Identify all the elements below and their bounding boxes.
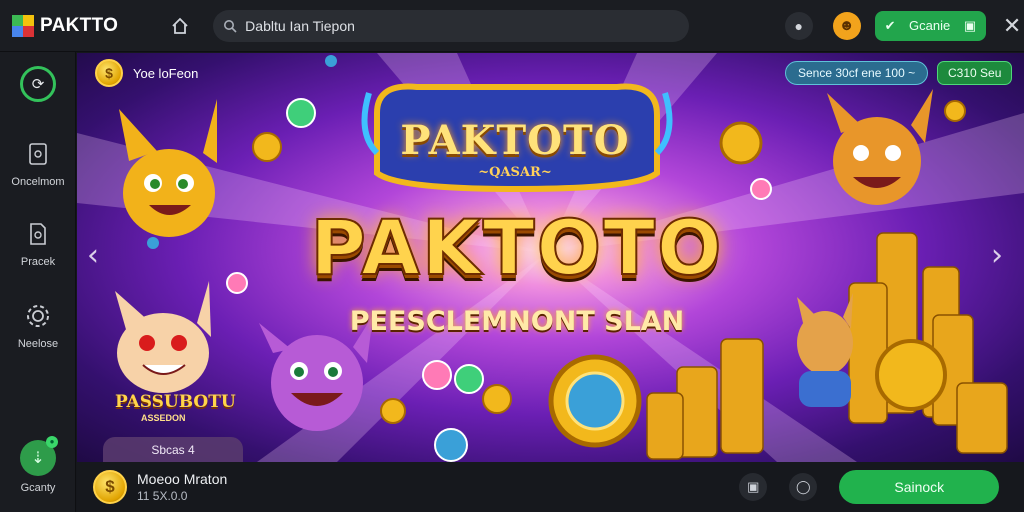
sidebar-item-label: Neelose bbox=[17, 338, 59, 350]
emblem-subtitle: ~QASAR~ bbox=[478, 165, 552, 180]
fox-character-left bbox=[119, 99, 217, 237]
chat-icon: ◯ bbox=[796, 479, 811, 494]
profile-button[interactable]: ● bbox=[784, 11, 813, 40]
user-icon: ● bbox=[794, 17, 804, 34]
bottom-title: Moeoo Mraton bbox=[137, 471, 228, 487]
promo-banner[interactable]: $ Yoe loFeon Sence 30cf ene 100 ~ C310 S… bbox=[77, 53, 1024, 462]
emblem-title: PAKTOTO bbox=[400, 117, 630, 164]
sidebar: ⟳ Oncelmom Pracek Neelose ⇣ ● Gcanty bbox=[0, 52, 76, 512]
top-bar: PAKTTO ● ☻ ✔ Gcanie ▣ ✕ bbox=[0, 0, 1024, 52]
search-bar[interactable] bbox=[213, 9, 689, 42]
action-pill[interactable]: C310 Seu bbox=[937, 61, 1013, 85]
window-icon: ▣ bbox=[963, 17, 977, 33]
sidebar-item-label: Gcanty bbox=[20, 482, 56, 494]
banner-title: PAKTOTO bbox=[309, 202, 724, 293]
sidebar-item-refresh[interactable]: ⟳ bbox=[0, 66, 76, 102]
info-pill[interactable]: Sence 30cf ene 100 ~ bbox=[785, 61, 929, 85]
banner-subtitle: PEESCLEMNONT SLAN bbox=[349, 306, 685, 337]
sidebar-item-oncelmom[interactable]: Oncelmom bbox=[0, 138, 76, 188]
cat-character-left bbox=[115, 281, 211, 393]
app-logo[interactable]: PAKTTO bbox=[12, 14, 151, 37]
avatar[interactable]: ☻ bbox=[832, 11, 861, 40]
bottom-info: Moeoo Mraton 11 5X.0.0 bbox=[137, 471, 227, 503]
bottom-bar: $ Moeoo Mraton 11 5X.0.0 ▣ ◯ Sainock bbox=[77, 462, 1024, 512]
link-icon: ✔ bbox=[884, 17, 896, 33]
sidebar-item-label: Oncelmom bbox=[11, 176, 65, 188]
logo-icon bbox=[12, 14, 34, 37]
home-icon bbox=[172, 17, 188, 34]
document-icon bbox=[22, 138, 54, 170]
screenshot-button[interactable]: ▣ bbox=[739, 473, 768, 501]
avatar-icon: ☻ bbox=[838, 17, 855, 34]
search-input[interactable] bbox=[245, 17, 666, 34]
app-name: PAKTTO bbox=[40, 14, 119, 36]
carousel-next-button[interactable]: › bbox=[991, 238, 1003, 273]
chevron-right-icon: › bbox=[991, 238, 1003, 273]
chat-button[interactable]: ◯ bbox=[789, 473, 818, 501]
coin-icon: $ bbox=[95, 59, 123, 87]
primary-action-button[interactable]: Sainock bbox=[839, 470, 1000, 504]
download-icon: ⇣ ● bbox=[20, 436, 58, 476]
gear-icon bbox=[22, 300, 54, 332]
picture-icon: ▣ bbox=[747, 479, 760, 494]
notification-dot: ● bbox=[46, 436, 58, 448]
character-label: PASSUBOTU bbox=[115, 392, 236, 412]
sidebar-item-pracek[interactable]: Pracek bbox=[0, 218, 76, 268]
sidebar-item-neelose[interactable]: Neelose bbox=[0, 300, 76, 350]
refresh-icon: ⟳ bbox=[20, 66, 56, 102]
close-icon: ✕ bbox=[1002, 12, 1022, 38]
header-action-button[interactable]: ✔ Gcanie ▣ bbox=[874, 10, 987, 41]
chevron-left-icon: ‹ bbox=[87, 238, 99, 273]
home-button[interactable] bbox=[165, 11, 195, 41]
file-icon bbox=[22, 218, 54, 250]
banner-tag[interactable]: Sbcas 4 bbox=[103, 437, 243, 462]
sidebar-item-label: Pracek bbox=[20, 256, 56, 268]
header-action-label: Gcanie bbox=[909, 18, 951, 33]
cat-character-right bbox=[797, 293, 853, 407]
banner-top-left-label: Yoe loFeon bbox=[133, 65, 199, 81]
search-icon bbox=[224, 19, 237, 33]
coin-icon: $ bbox=[93, 470, 127, 504]
character-sublabel: ASSEDON bbox=[141, 413, 186, 423]
banner-top-left-chip[interactable]: $ Yoe loFeon bbox=[95, 59, 198, 87]
close-button[interactable]: ✕ bbox=[1000, 13, 1024, 39]
bottom-subtitle: 11 5X.0.0 bbox=[137, 489, 188, 503]
carousel-prev-button[interactable]: ‹ bbox=[87, 238, 99, 273]
sidebar-item-gcanty[interactable]: ⇣ ● Gcanty bbox=[0, 436, 76, 494]
